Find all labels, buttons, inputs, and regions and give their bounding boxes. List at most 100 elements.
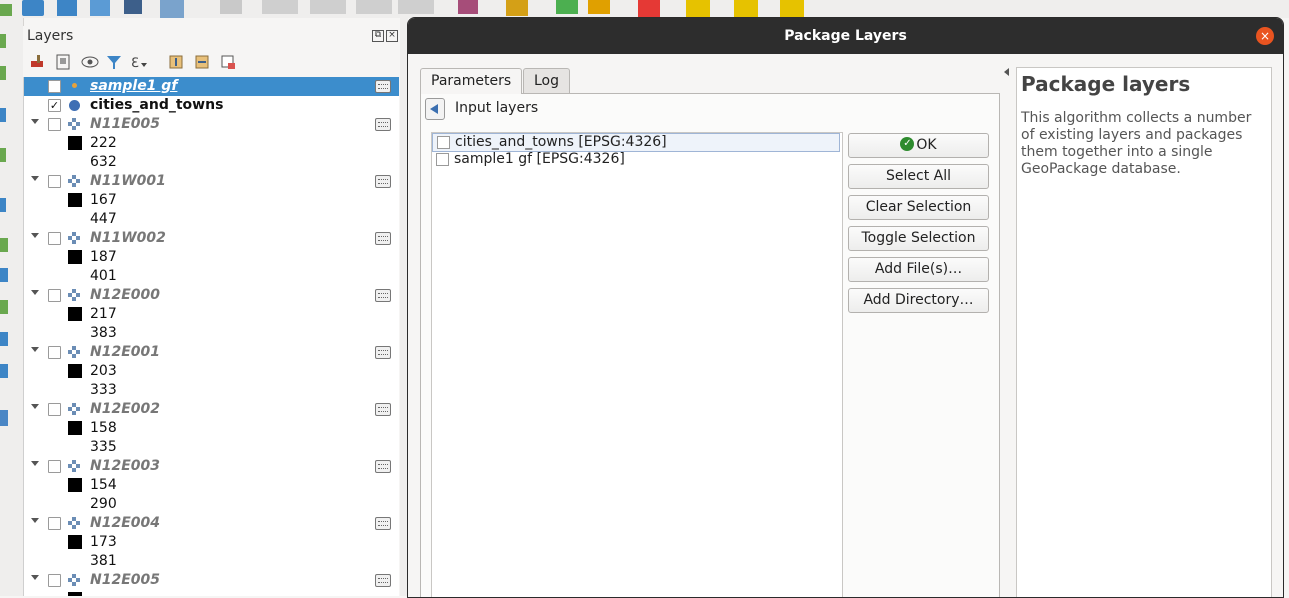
layer-indicator-icon[interactable] [375,460,391,473]
layer-indicator-icon[interactable] [375,175,391,188]
layer-visibility-checkbox[interactable] [48,460,61,473]
layer-visibility-checkbox[interactable] [48,517,61,530]
collapse-arrow-icon[interactable] [31,575,39,580]
legend-item: 203 [24,362,399,381]
layer-visibility-checkbox[interactable] [48,175,61,188]
close-icon[interactable]: × [1256,27,1274,45]
layer-indicator-icon[interactable] [375,289,391,302]
layer-item-n12e003[interactable]: N12E003 [24,457,399,476]
select-all-button[interactable]: Select All [848,164,989,189]
split-feature-icon[interactable] [356,0,392,14]
select-by-expression-icon[interactable] [734,0,758,18]
vertex-tool-icon[interactable] [160,0,184,18]
help-title: Package layers [1021,72,1191,96]
layer-visibility-checkbox[interactable] [48,574,61,587]
layer-item-n11e005[interactable]: N11E005 [24,115,399,134]
collapse-arrow-icon[interactable] [31,233,39,238]
collapse-arrow-icon[interactable] [31,119,39,124]
layer-indicator-icon[interactable] [375,80,391,93]
profile-tool-icon[interactable] [458,0,478,14]
identify-icon[interactable] [556,0,578,14]
layer-item-cities-and-towns[interactable]: ✓ cities_and_towns [24,96,399,115]
layer-item-sample1-gf[interactable]: sample1 gf [24,77,399,96]
expression-menu-icon[interactable]: ℇ [129,53,147,71]
layer-indicator-icon[interactable] [375,517,391,530]
list-item-sample1-gf[interactable]: sample1 gf [EPSG:4326] [432,151,840,168]
collapse-help-icon[interactable] [1004,68,1009,76]
tab-parameters[interactable]: Parameters [420,68,523,94]
new-project-icon[interactable] [0,4,12,16]
rotate-feature-icon[interactable] [310,0,346,14]
add-vector-layer-icon[interactable] [0,34,6,48]
layer-item-n11w002[interactable]: N11W002 [24,229,399,248]
item-checkbox[interactable] [437,136,450,149]
add-mesh-layer-icon[interactable] [0,108,6,122]
add-raster-layer-icon[interactable] [0,66,6,80]
layer-indicator-icon[interactable] [375,574,391,587]
add-wms-layer-icon[interactable] [0,268,8,282]
add-feature-icon[interactable] [220,0,242,14]
layer-visibility-checkbox[interactable] [48,118,61,131]
add-directory-button[interactable]: Add Directory… [848,288,989,313]
add-files-button[interactable]: Add File(s)… [848,257,989,282]
back-arrow-icon[interactable] [425,98,445,120]
filter-expression-icon[interactable] [105,53,123,71]
float-panel-icon[interactable]: ⧉ [372,30,384,42]
close-panel-icon[interactable]: × [386,30,398,42]
filter-legend-icon[interactable] [81,53,99,71]
save-edits-icon[interactable] [124,0,142,14]
add-wcs-layer-icon[interactable] [0,332,8,346]
toggle-selection-button[interactable]: Toggle Selection [848,226,989,251]
layer-indicator-icon[interactable] [375,232,391,245]
collapse-arrow-icon[interactable] [31,461,39,466]
new-temp-layer-icon[interactable] [0,410,8,426]
python-icon[interactable] [506,0,528,16]
collapse-arrow-icon[interactable] [31,404,39,409]
layer-visibility-checkbox[interactable] [48,289,61,302]
undo-icon[interactable] [398,0,434,14]
item-checkbox[interactable] [436,153,449,166]
clear-selection-button[interactable]: Clear Selection [848,195,989,220]
ok-button[interactable]: ✓ OK [848,133,989,158]
layer-indicator-icon[interactable] [375,118,391,131]
expand-all-icon[interactable] [167,53,185,71]
digitize-icon[interactable] [57,0,77,16]
processing-toolbox-icon[interactable] [588,0,610,14]
layer-item-n12e000[interactable]: N12E000 [24,286,399,305]
list-item-cities-and-towns[interactable]: cities_and_towns [EPSG:4326] [432,133,840,152]
layer-visibility-checkbox[interactable]: ✓ [48,99,61,112]
move-feature-icon[interactable] [262,0,298,14]
add-spatialite-layer-icon[interactable] [0,238,8,252]
style-manager-icon[interactable] [29,53,47,71]
layer-item-n12e002[interactable]: N12E002 [24,400,399,419]
layer-visibility-checkbox[interactable] [48,346,61,359]
tab-log[interactable]: Log [523,68,571,93]
layer-item-n11w001[interactable]: N11W001 [24,172,399,191]
add-group-icon[interactable] [55,53,73,71]
open-data-source-icon[interactable] [22,0,44,16]
add-virtual-layer-icon[interactable] [0,364,8,378]
layer-item-n12e001[interactable]: N12E001 [24,343,399,362]
layer-indicator-icon[interactable] [375,346,391,359]
collapse-arrow-icon[interactable] [31,176,39,181]
add-delimited-layer-icon[interactable] [0,148,6,162]
edit-pencil-icon[interactable] [90,0,110,16]
collapse-all-icon[interactable] [193,53,211,71]
collapse-arrow-icon[interactable] [31,518,39,523]
layer-visibility-checkbox[interactable] [48,403,61,416]
deselect-icon[interactable] [780,0,804,18]
collapse-arrow-icon[interactable] [31,347,39,352]
collapse-arrow-icon[interactable] [31,290,39,295]
layer-indicator-icon[interactable] [375,403,391,416]
add-postgis-layer-icon[interactable] [0,198,6,212]
remove-layer-icon[interactable] [219,53,237,71]
add-wfs-layer-icon[interactable] [0,300,8,314]
color-palette-icon[interactable] [638,0,660,18]
layer-visibility-checkbox[interactable] [48,80,61,93]
select-features-icon[interactable] [686,0,710,18]
layer-item-n12e005[interactable]: N12E005 [24,571,399,590]
legend-item: 335 [24,438,399,457]
layer-item-n12e004[interactable]: N12E004 [24,514,399,533]
dialog-titlebar[interactable]: Package Layers × [408,18,1283,54]
layer-visibility-checkbox[interactable] [48,232,61,245]
